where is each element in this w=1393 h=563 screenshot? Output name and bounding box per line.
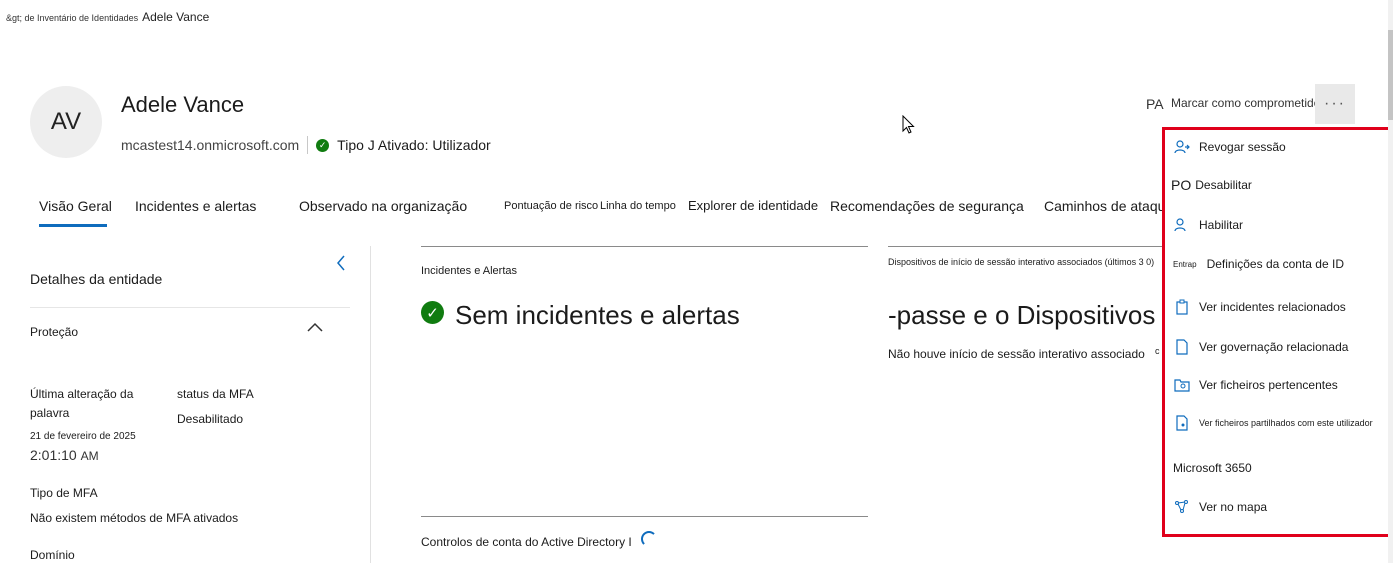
- pa-badge: PA: [1146, 96, 1164, 112]
- check-icon: ✓: [316, 138, 330, 152]
- menu-item-disable[interactable]: PO Desabilitar: [1171, 177, 1252, 193]
- mfa-type-label: Tipo de MFA: [30, 486, 98, 500]
- menu-label: Revogar sessão: [1199, 140, 1286, 154]
- tab-risk-score[interactable]: Pontuação de risco: [504, 200, 598, 212]
- menu-item-related-governance[interactable]: Ver governação relacionada: [1173, 338, 1348, 356]
- divider: [307, 136, 309, 154]
- menu-item-shared-files[interactable]: Ver ficheiros partilhados com este utili…: [1173, 414, 1373, 432]
- mfa-status-value: Desabilitado: [177, 412, 244, 426]
- user-domain: mcastest14.onmicrosoft.com: [121, 137, 300, 153]
- user-status: Tipo J Ativado: Utilizador: [337, 137, 491, 153]
- domain-label: Domínio: [30, 548, 75, 562]
- panel-divider: [370, 246, 371, 563]
- tab-timeline[interactable]: Linha do tempo: [600, 200, 676, 212]
- tab-incidents-alerts[interactable]: Incidentes e alertas: [135, 198, 256, 214]
- menu-section-label: Microsoft 3650: [1173, 461, 1252, 475]
- tab-security-recommendations[interactable]: Recomendações de segurança: [830, 198, 1024, 214]
- entra-tag: Entrap: [1173, 259, 1197, 269]
- mfa-status-label: status da MFA: [177, 387, 254, 401]
- menu-label: Ver governação relacionada: [1199, 340, 1349, 354]
- tab-bar: Visão Geral Incidentes e alertas Observa…: [0, 198, 1173, 230]
- breadcrumb-current: Adele Vance: [142, 10, 210, 24]
- menu-item-revoke-session[interactable]: Revogar sessão: [1173, 138, 1286, 156]
- menu-label: Ver ficheiros pertencentes: [1199, 378, 1338, 392]
- last-change-label-cont: palavra: [30, 406, 70, 420]
- user-enable-icon: [1173, 216, 1191, 234]
- menu-label: Habilitar: [1199, 218, 1244, 232]
- protection-section-header[interactable]: Proteção: [30, 325, 78, 339]
- document-share-icon: [1173, 414, 1191, 432]
- ad-controls-title: Controlos de conta do Active Directory I: [421, 535, 632, 549]
- menu-item-enable[interactable]: Habilitar: [1173, 216, 1243, 234]
- time-ampm: AM: [80, 449, 99, 463]
- avatar: AV: [30, 86, 102, 158]
- devices-big-text: -passe e o Dispositivos: [888, 300, 1156, 330]
- last-change-time: 2:01:10 AM: [30, 447, 99, 463]
- folder-search-icon: [1173, 376, 1191, 394]
- actions-menu: Revogar sessão PO Desabilitar Habilitar …: [1162, 127, 1393, 537]
- no-devices-message: Não houve início de sessão interativo as…: [888, 347, 1145, 361]
- divider: [421, 516, 868, 517]
- menu-label: Ver no mapa: [1199, 500, 1268, 514]
- scrollbar-thumb[interactable]: [1388, 30, 1393, 120]
- active-tab-indicator: [39, 224, 107, 227]
- breadcrumb-parent-link[interactable]: &gt; de Inventário de Identidades: [6, 13, 138, 23]
- truncated-text: c: [1155, 346, 1160, 356]
- no-incidents-message: Sem incidentes e alertas: [455, 300, 740, 330]
- divider: [888, 246, 1163, 247]
- loading-spinner-icon: [641, 531, 657, 547]
- more-actions-button[interactable]: ···: [1315, 84, 1355, 124]
- collapse-panel-icon[interactable]: [336, 254, 346, 277]
- document-icon: [1173, 338, 1191, 356]
- menu-label: Ver ficheiros partilhados com este utili…: [1199, 418, 1373, 428]
- menu-item-view-map[interactable]: Ver no mapa: [1173, 498, 1267, 516]
- mouse-pointer-icon: [902, 114, 916, 140]
- mark-compromised-button[interactable]: Marcar como comprometido: [1171, 96, 1320, 110]
- page-title: Adele Vance: [121, 92, 245, 117]
- user-revoke-icon: [1173, 138, 1191, 156]
- menu-label: Definições da conta de ID: [1206, 257, 1344, 271]
- menu-label: Ver incidentes relacionados: [1199, 300, 1346, 314]
- divider: [30, 307, 350, 308]
- chevron-up-icon[interactable]: [306, 320, 324, 338]
- entity-details-title: Detalhes da entidade: [30, 271, 163, 287]
- menu-item-related-incidents[interactable]: Ver incidentes relacionados: [1173, 298, 1346, 316]
- po-badge: PO: [1171, 177, 1192, 193]
- menu-section-m365: Microsoft 3650: [1173, 461, 1252, 475]
- tab-attack-paths[interactable]: Caminhos de ataque: [1044, 198, 1173, 214]
- user-meta: mcastest14.onmicrosoft.com ✓ Tipo J Ativ…: [121, 136, 491, 154]
- breadcrumb: &gt; de Inventário de Identidades Adele V…: [6, 10, 209, 24]
- divider: [421, 246, 868, 247]
- menu-item-owned-files[interactable]: Ver ficheiros pertencentes: [1173, 376, 1338, 394]
- map-graph-icon: [1173, 498, 1191, 516]
- tab-overview[interactable]: Visão Geral: [39, 198, 112, 214]
- time-value: 2:01:10: [30, 447, 77, 463]
- check-icon: ✓: [421, 301, 444, 324]
- devices-card-title: Dispositivos de início de sessão interat…: [888, 257, 1155, 267]
- incidents-card-title: Incidentes e Alertas: [421, 265, 518, 277]
- clipboard-icon: [1173, 298, 1191, 316]
- mfa-type-value: Não existem métodos de MFA ativados: [30, 511, 239, 525]
- menu-label: Desabilitar: [1195, 178, 1252, 192]
- menu-item-id-settings[interactable]: Entrap Definições da conta de ID: [1173, 257, 1344, 271]
- tab-observed[interactable]: Observado na organização: [299, 198, 467, 214]
- tab-identity-explorer[interactable]: Explorer de identidade: [688, 198, 818, 213]
- last-change-date: 21 de fevereiro de 2025: [30, 431, 136, 442]
- last-change-label: Última alteração da: [30, 387, 134, 401]
